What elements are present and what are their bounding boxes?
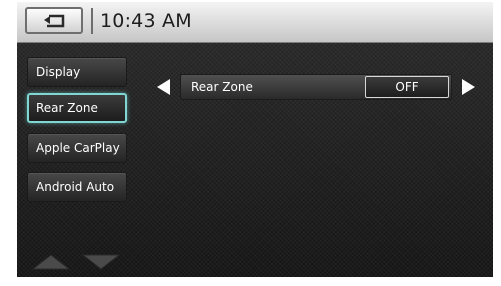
sidebar-item-label: Apple CarPlay — [36, 141, 120, 155]
sidebar-item-label: Display — [36, 65, 81, 79]
head-unit-screen: 10:43 AM Display Rear Zone Apple CarPlay… — [17, 2, 493, 277]
chevron-down-icon[interactable] — [81, 249, 121, 271]
chevron-up-icon[interactable] — [31, 249, 71, 271]
top-bar: 10:43 AM — [17, 2, 493, 43]
sidebar-item-label: Rear Zone — [36, 101, 98, 115]
triangle-left-icon[interactable] — [154, 77, 174, 97]
sidebar-item-rear-zone[interactable]: Rear Zone — [27, 93, 127, 123]
header-divider — [91, 8, 93, 34]
triangle-right-icon[interactable] — [458, 77, 478, 97]
sidebar-item-display[interactable]: Display — [27, 57, 127, 87]
setting-label: Rear Zone — [191, 80, 253, 94]
clock: 10:43 AM — [100, 10, 192, 32]
sidebar-item-android-auto[interactable]: Android Auto — [27, 172, 127, 202]
setting-value[interactable]: OFF — [365, 76, 449, 98]
sidebar-item-label: Android Auto — [36, 180, 115, 194]
setting-row-rear-zone[interactable]: Rear Zone OFF — [180, 74, 452, 100]
sidebar-item-apple-carplay[interactable]: Apple CarPlay — [27, 133, 127, 163]
back-button[interactable] — [25, 7, 83, 34]
back-return-icon — [44, 14, 65, 28]
